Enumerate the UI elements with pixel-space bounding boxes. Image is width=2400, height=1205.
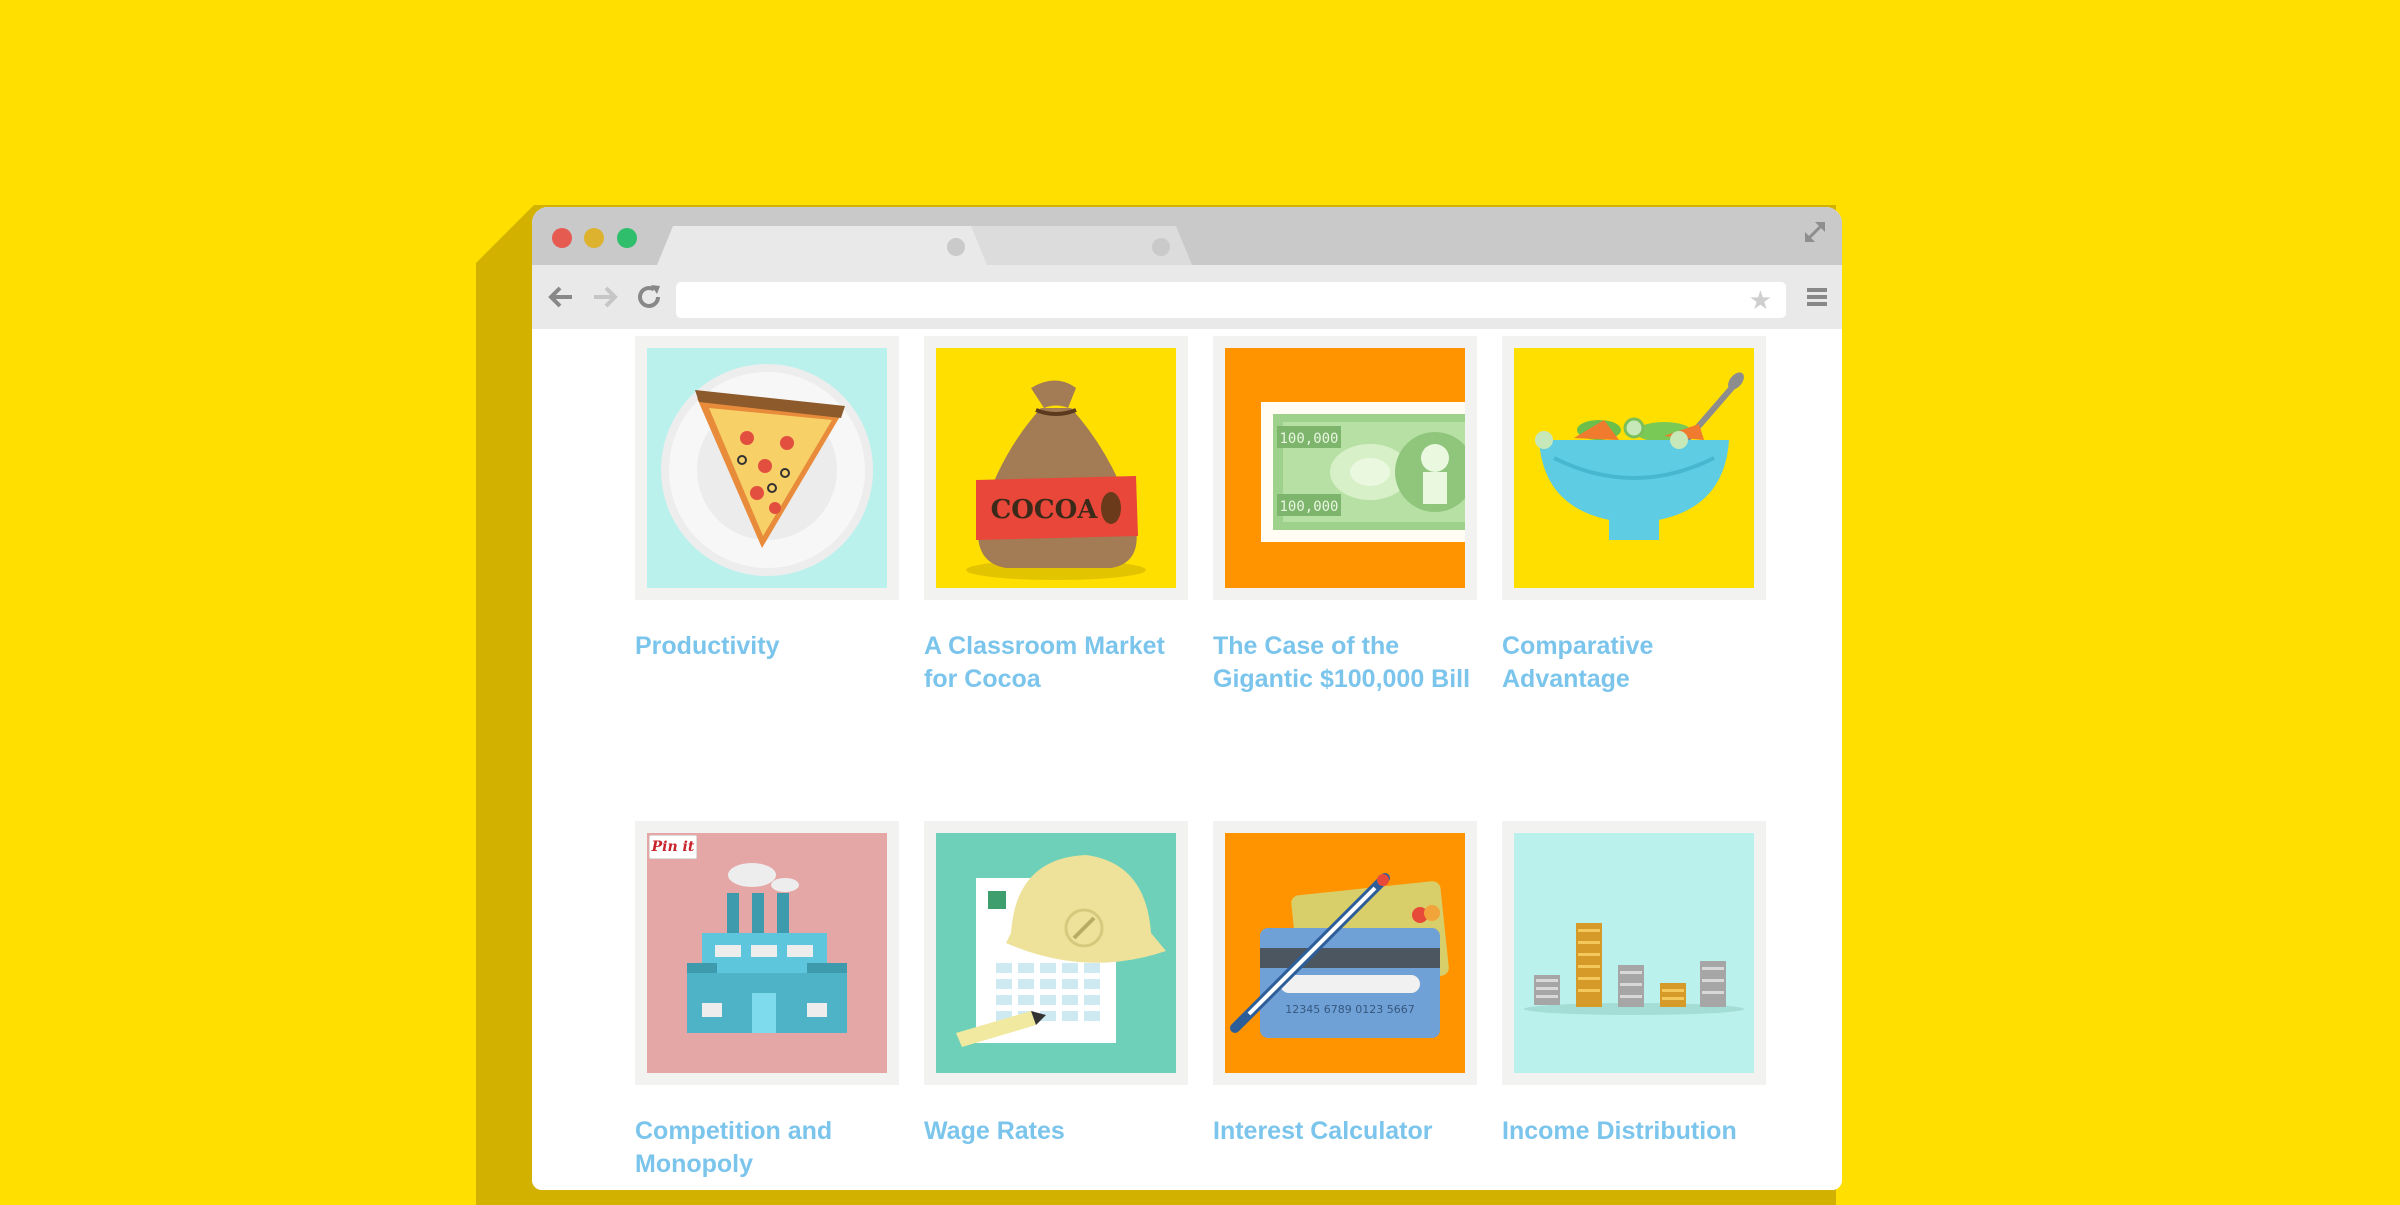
tab-close-icon[interactable] [947,238,965,256]
banknote-icon: 100,000 100,000 [1225,348,1465,588]
card-thumbnail[interactable]: COCOA [924,336,1188,600]
maximize-window-button[interactable] [617,228,637,248]
star-icon[interactable]: ★ [1749,287,1772,313]
bill-amount-top: 100,000 [1279,431,1338,447]
cocoa-sack-icon: COCOA [936,348,1176,588]
page-content: Productivity COCOA A Classroom Market fo… [532,329,1842,1190]
coin-stacks-icon [1514,833,1754,1073]
browser-tab-active[interactable] [657,226,987,265]
browser-window: ★ Productivity COCOA A Classroom Market … [532,207,1842,1190]
bill-amount-bottom: 100,000 [1279,499,1338,515]
pin-it-button[interactable]: Pin it [649,835,697,859]
card-title-link[interactable]: Interest Calculator [1213,1115,1483,1148]
address-bar[interactable]: ★ [676,282,1786,318]
card-title-link[interactable]: Wage Rates [924,1115,1194,1148]
card-thumbnail[interactable]: 12345 6789 0123 5667 [1213,821,1477,1085]
factory-icon [647,833,887,1073]
card-thumbnail[interactable] [924,821,1188,1085]
card-title-link[interactable]: Income Distribution [1502,1115,1772,1148]
card-title-link[interactable]: Comparative Advantage [1502,630,1772,696]
pizza-slice-icon [647,348,887,588]
card-thumbnail[interactable] [1502,336,1766,600]
card-title-link[interactable]: A Classroom Market for Cocoa [924,630,1194,696]
salad-bowl-icon [1514,348,1754,588]
card-title-link[interactable]: Competition and Monopoly [635,1115,905,1181]
credit-card-icon: 12345 6789 0123 5667 [1225,833,1465,1073]
reload-icon[interactable] [634,282,664,312]
card-number: 12345 6789 0123 5667 [1285,1003,1414,1016]
close-window-button[interactable] [552,228,572,248]
sack-label: COCOA [991,495,1099,525]
toolbar: ★ [532,265,1842,329]
card-thumbnail[interactable] [635,336,899,600]
card-title-link[interactable]: Productivity [635,630,905,663]
minimize-window-button[interactable] [584,228,604,248]
card-thumbnail[interactable]: 100,000 100,000 [1213,336,1477,600]
card-title-link[interactable]: The Case of the Gigantic $100,000 Bill [1213,630,1483,696]
browser-tab[interactable] [952,226,1192,265]
arrow-right-icon[interactable] [590,282,620,312]
title-bar [532,207,1842,265]
arrow-left-icon[interactable] [546,282,576,312]
tab-close-icon[interactable] [1152,238,1170,256]
hard-hat-icon [936,833,1176,1073]
card-thumbnail[interactable] [1502,821,1766,1085]
expand-icon[interactable] [1800,217,1830,247]
card-thumbnail[interactable]: Pin it [635,821,899,1085]
hamburger-menu-icon[interactable] [1804,284,1830,310]
